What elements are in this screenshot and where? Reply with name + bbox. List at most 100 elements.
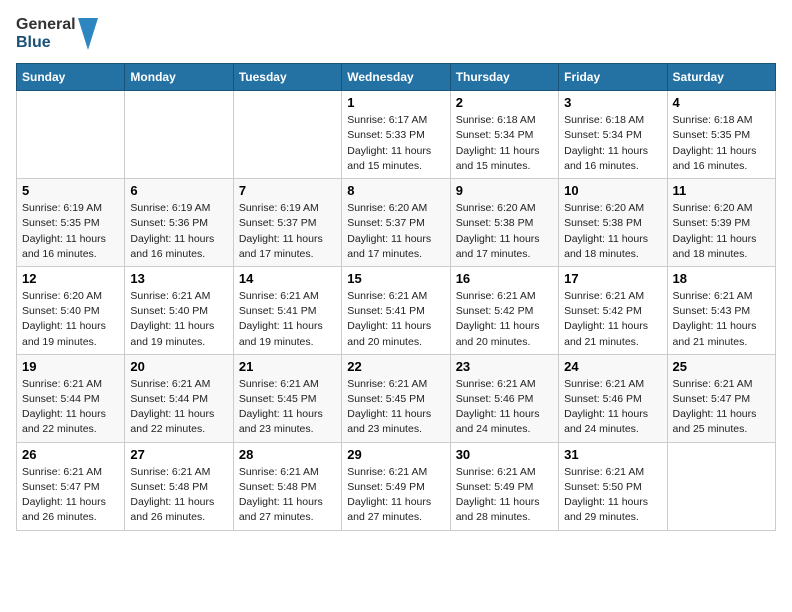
day-info: Sunrise: 6:18 AM Sunset: 5:34 PM Dayligh… <box>456 113 553 174</box>
day-info: Sunrise: 6:21 AM Sunset: 5:41 PM Dayligh… <box>347 289 444 350</box>
day-number: 30 <box>456 447 553 462</box>
header-friday: Friday <box>559 64 667 91</box>
day-info: Sunrise: 6:21 AM Sunset: 5:42 PM Dayligh… <box>564 289 661 350</box>
day-cell <box>233 91 341 179</box>
day-number: 10 <box>564 183 661 198</box>
day-info: Sunrise: 6:21 AM Sunset: 5:48 PM Dayligh… <box>130 465 227 526</box>
day-info: Sunrise: 6:21 AM Sunset: 5:41 PM Dayligh… <box>239 289 336 350</box>
day-number: 1 <box>347 95 444 110</box>
day-info: Sunrise: 6:21 AM Sunset: 5:49 PM Dayligh… <box>456 465 553 526</box>
day-number: 24 <box>564 359 661 374</box>
day-number: 23 <box>456 359 553 374</box>
day-cell: 7 Sunrise: 6:19 AM Sunset: 5:37 PM Daylig… <box>233 179 341 267</box>
day-number: 20 <box>130 359 227 374</box>
header-wednesday: Wednesday <box>342 64 450 91</box>
day-info: Sunrise: 6:19 AM Sunset: 5:37 PM Dayligh… <box>239 201 336 262</box>
day-number: 4 <box>673 95 770 110</box>
header-saturday: Saturday <box>667 64 775 91</box>
day-cell: 31 Sunrise: 6:21 AM Sunset: 5:50 PM Dayli… <box>559 442 667 530</box>
logo: General Blue <box>16 16 98 51</box>
day-cell: 22 Sunrise: 6:21 AM Sunset: 5:45 PM Dayli… <box>342 354 450 442</box>
day-number: 6 <box>130 183 227 198</box>
day-cell: 25 Sunrise: 6:21 AM Sunset: 5:47 PM Dayli… <box>667 354 775 442</box>
day-cell: 5 Sunrise: 6:19 AM Sunset: 5:35 PM Daylig… <box>17 179 125 267</box>
day-number: 29 <box>347 447 444 462</box>
day-info: Sunrise: 6:21 AM Sunset: 5:48 PM Dayligh… <box>239 465 336 526</box>
day-cell: 28 Sunrise: 6:21 AM Sunset: 5:48 PM Dayli… <box>233 442 341 530</box>
day-info: Sunrise: 6:21 AM Sunset: 5:49 PM Dayligh… <box>347 465 444 526</box>
day-info: Sunrise: 6:20 AM Sunset: 5:39 PM Dayligh… <box>673 201 770 262</box>
week-row-1: 1Sunrise: 6:17 AM Sunset: 5:33 PM Daylig… <box>17 91 776 179</box>
day-number: 19 <box>22 359 119 374</box>
day-info: Sunrise: 6:21 AM Sunset: 5:45 PM Dayligh… <box>347 377 444 438</box>
day-number: 11 <box>673 183 770 198</box>
day-cell: 18 Sunrise: 6:21 AM Sunset: 5:43 PM Dayli… <box>667 266 775 354</box>
day-info: Sunrise: 6:21 AM Sunset: 5:46 PM Dayligh… <box>456 377 553 438</box>
day-cell: 27 Sunrise: 6:21 AM Sunset: 5:48 PM Dayli… <box>125 442 233 530</box>
day-number: 21 <box>239 359 336 374</box>
day-cell: 12Sunrise: 6:20 AM Sunset: 5:40 PM Dayli… <box>17 266 125 354</box>
logo-triangle-icon <box>78 18 98 50</box>
day-info: Sunrise: 6:20 AM Sunset: 5:38 PM Dayligh… <box>564 201 661 262</box>
day-number: 22 <box>347 359 444 374</box>
day-info: Sunrise: 6:19 AM Sunset: 5:35 PM Dayligh… <box>22 201 119 262</box>
logo-text: General Blue <box>16 16 76 51</box>
header-thursday: Thursday <box>450 64 558 91</box>
day-cell: 8 Sunrise: 6:20 AM Sunset: 5:37 PM Daylig… <box>342 179 450 267</box>
day-info: Sunrise: 6:21 AM Sunset: 5:43 PM Dayligh… <box>673 289 770 350</box>
day-number: 14 <box>239 271 336 286</box>
day-cell: 17Sunrise: 6:21 AM Sunset: 5:42 PM Dayli… <box>559 266 667 354</box>
day-info: Sunrise: 6:20 AM Sunset: 5:37 PM Dayligh… <box>347 201 444 262</box>
day-number: 25 <box>673 359 770 374</box>
logo-container: General Blue <box>16 16 98 51</box>
days-header-row: SundayMondayTuesdayWednesdayThursdayFrid… <box>17 64 776 91</box>
day-cell: 19 Sunrise: 6:21 AM Sunset: 5:44 PM Dayli… <box>17 354 125 442</box>
logo-blue: Blue <box>16 34 76 52</box>
day-info: Sunrise: 6:21 AM Sunset: 5:42 PM Dayligh… <box>456 289 553 350</box>
day-cell: 15 Sunrise: 6:21 AM Sunset: 5:41 PM Dayli… <box>342 266 450 354</box>
day-info: Sunrise: 6:20 AM Sunset: 5:38 PM Dayligh… <box>456 201 553 262</box>
day-cell: 16 Sunrise: 6:21 AM Sunset: 5:42 PM Dayli… <box>450 266 558 354</box>
day-cell: 6 Sunrise: 6:19 AM Sunset: 5:36 PM Daylig… <box>125 179 233 267</box>
day-cell <box>667 442 775 530</box>
day-cell: 13Sunrise: 6:21 AM Sunset: 5:40 PM Dayli… <box>125 266 233 354</box>
day-info: Sunrise: 6:21 AM Sunset: 5:44 PM Dayligh… <box>130 377 227 438</box>
week-row-5: 26Sunrise: 6:21 AM Sunset: 5:47 PM Dayli… <box>17 442 776 530</box>
day-number: 27 <box>130 447 227 462</box>
day-number: 7 <box>239 183 336 198</box>
day-number: 5 <box>22 183 119 198</box>
day-cell: 4 Sunrise: 6:18 AM Sunset: 5:35 PM Daylig… <box>667 91 775 179</box>
day-info: Sunrise: 6:18 AM Sunset: 5:34 PM Dayligh… <box>564 113 661 174</box>
day-info: Sunrise: 6:18 AM Sunset: 5:35 PM Dayligh… <box>673 113 770 174</box>
day-number: 12 <box>22 271 119 286</box>
day-number: 15 <box>347 271 444 286</box>
day-number: 2 <box>456 95 553 110</box>
day-number: 31 <box>564 447 661 462</box>
header-tuesday: Tuesday <box>233 64 341 91</box>
day-cell <box>17 91 125 179</box>
day-cell: 10 Sunrise: 6:20 AM Sunset: 5:38 PM Dayli… <box>559 179 667 267</box>
day-number: 9 <box>456 183 553 198</box>
day-info: Sunrise: 6:21 AM Sunset: 5:44 PM Dayligh… <box>22 377 119 438</box>
day-cell <box>125 91 233 179</box>
day-cell: 23 Sunrise: 6:21 AM Sunset: 5:46 PM Dayli… <box>450 354 558 442</box>
page-header: General Blue <box>16 16 776 51</box>
day-number: 8 <box>347 183 444 198</box>
day-info: Sunrise: 6:21 AM Sunset: 5:47 PM Dayligh… <box>673 377 770 438</box>
day-cell: 9 Sunrise: 6:20 AM Sunset: 5:38 PM Daylig… <box>450 179 558 267</box>
calendar-table: SundayMondayTuesdayWednesdayThursdayFrid… <box>16 63 776 530</box>
day-number: 16 <box>456 271 553 286</box>
day-number: 18 <box>673 271 770 286</box>
week-row-3: 12Sunrise: 6:20 AM Sunset: 5:40 PM Dayli… <box>17 266 776 354</box>
day-cell: 2 Sunrise: 6:18 AM Sunset: 5:34 PM Daylig… <box>450 91 558 179</box>
week-row-4: 19 Sunrise: 6:21 AM Sunset: 5:44 PM Dayli… <box>17 354 776 442</box>
day-number: 28 <box>239 447 336 462</box>
logo-general: General <box>16 16 76 34</box>
day-cell: 26Sunrise: 6:21 AM Sunset: 5:47 PM Dayli… <box>17 442 125 530</box>
day-info: Sunrise: 6:19 AM Sunset: 5:36 PM Dayligh… <box>130 201 227 262</box>
day-info: Sunrise: 6:21 AM Sunset: 5:50 PM Dayligh… <box>564 465 661 526</box>
day-info: Sunrise: 6:21 AM Sunset: 5:40 PM Dayligh… <box>130 289 227 350</box>
day-cell: 3Sunrise: 6:18 AM Sunset: 5:34 PM Daylig… <box>559 91 667 179</box>
day-info: Sunrise: 6:21 AM Sunset: 5:46 PM Dayligh… <box>564 377 661 438</box>
day-info: Sunrise: 6:21 AM Sunset: 5:45 PM Dayligh… <box>239 377 336 438</box>
